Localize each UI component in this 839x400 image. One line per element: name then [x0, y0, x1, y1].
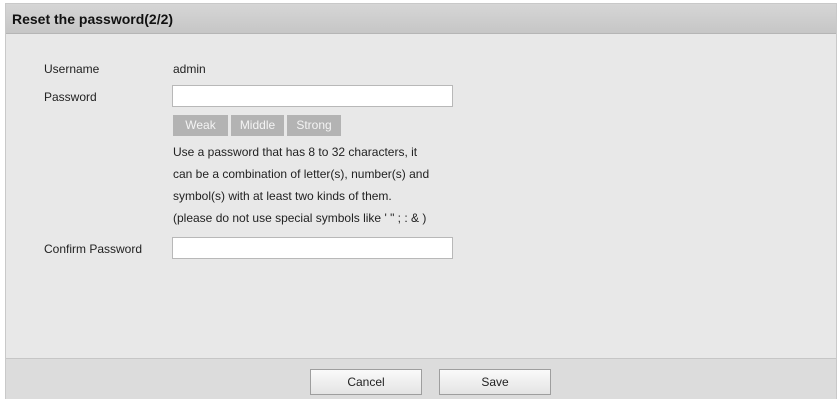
password-label: Password — [44, 90, 97, 104]
reset-password-dialog: Reset the password(2/2) Username admin P… — [5, 3, 837, 399]
password-hint-line: can be a combination of letter(s), numbe… — [173, 167, 430, 181]
strength-strong: Strong — [287, 115, 341, 136]
password-hint-line: symbol(s) with at least two kinds of the… — [173, 189, 392, 203]
dialog-title: Reset the password(2/2) — [12, 11, 174, 27]
strength-middle: Middle — [231, 115, 284, 136]
username-value: admin — [173, 62, 206, 76]
strength-weak: Weak — [173, 115, 228, 136]
cancel-button[interactable]: Cancel — [310, 369, 422, 395]
username-label: Username — [44, 62, 100, 76]
password-strength-meter: Weak Middle Strong — [173, 115, 341, 136]
password-hint: Use a password that has 8 to 32 characte… — [173, 141, 473, 229]
password-input[interactable] — [172, 85, 453, 107]
password-hint-line: Use a password that has 8 to 32 characte… — [173, 145, 418, 159]
password-hint-line: (please do not use special symbols like … — [173, 211, 427, 225]
save-button[interactable]: Save — [439, 369, 551, 395]
confirm-password-input[interactable] — [172, 237, 453, 259]
confirm-password-label: Confirm Password — [44, 242, 143, 256]
dialog-titlebar: Reset the password(2/2) — [6, 4, 836, 34]
